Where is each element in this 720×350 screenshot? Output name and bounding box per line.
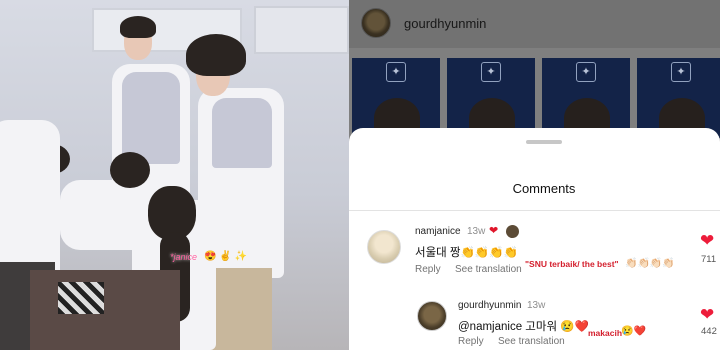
comment-text: @namjanice 고마워 😢❤️ (458, 321, 589, 333)
comment-username[interactable]: gourdhyunmin (458, 300, 521, 311)
commenter-avatar[interactable] (417, 301, 447, 331)
reply-comment-item: gourdhyunmin 13w @namjanice 고마워 😢❤️ Repl… (349, 128, 720, 350)
checkered-book (58, 282, 104, 314)
name-sticker: *janice (170, 252, 198, 262)
video-frame[interactable]: *janice 😍 ✌ ✨ (0, 0, 349, 350)
comment-time: 13w (527, 300, 546, 311)
desk (30, 270, 180, 350)
instagram-post-view: gourdhyunmin ⋮ ✦ ✦ ✦ ✦ Co (349, 0, 720, 350)
overlay-caption: makacih (588, 328, 623, 338)
like-heart-icon[interactable]: ❤ (700, 306, 714, 323)
comments-sheet: Comments namjanice 13w ❤ 서울대 짱👏👏👏👏 Reply… (349, 128, 720, 350)
wall-window-right (254, 6, 349, 54)
see-translation-link[interactable]: See translation (498, 336, 565, 347)
reply-button[interactable]: Reply (458, 336, 484, 347)
like-count: 442 (701, 326, 717, 337)
sticker-emoji: 😍 ✌ ✨ (204, 251, 247, 262)
screenshot-page: *janice 😍 ✌ ✨ gourdhyunmin ⋮ ✦ ✦ ✦ ✦ (0, 0, 720, 350)
overlay-emoji: 😢❤️ (621, 326, 646, 337)
